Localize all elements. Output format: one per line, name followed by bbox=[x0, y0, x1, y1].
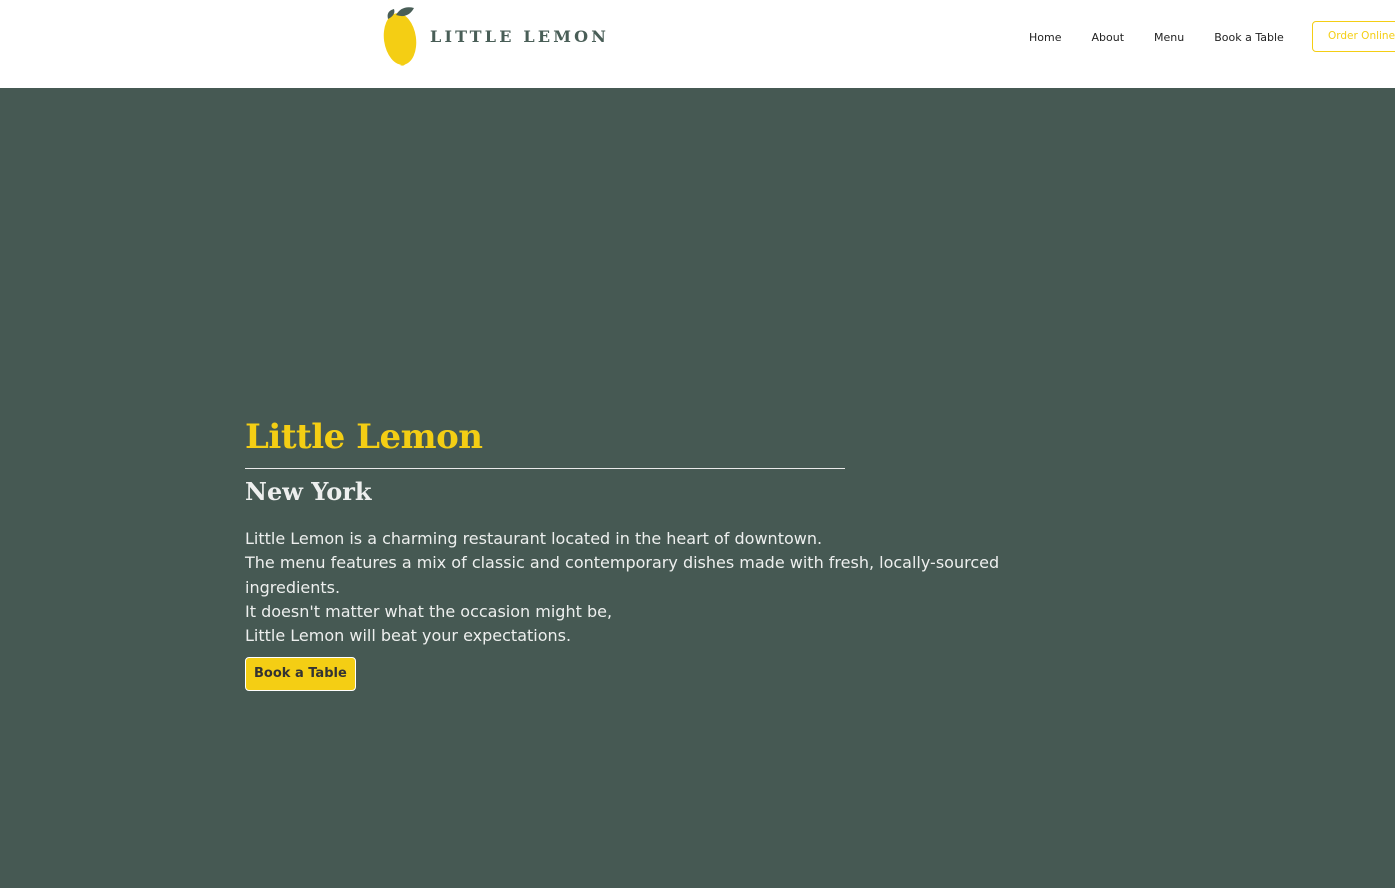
hero-subtitle: New York bbox=[245, 477, 372, 506]
nav-home[interactable]: Home bbox=[1029, 31, 1061, 44]
hero-divider bbox=[245, 468, 845, 469]
hero-description-line: Little Lemon will beat your expectations… bbox=[245, 626, 572, 646]
order-online-button[interactable]: Order Online bbox=[1312, 21, 1395, 52]
lemon-icon bbox=[382, 5, 418, 67]
logo-link[interactable]: LITTLE LEMON bbox=[382, 5, 609, 67]
logo-text: LITTLE LEMON bbox=[430, 26, 610, 46]
site-header: LITTLE LEMON Home About Menu Book a Tabl… bbox=[0, 0, 1395, 88]
nav-book-table[interactable]: Book a Table bbox=[1214, 31, 1284, 44]
hero-content: Little Lemon New York Little Lemon is a … bbox=[245, 416, 1065, 692]
hero-description-line: The menu features a mix of classic and c… bbox=[245, 553, 1000, 597]
book-table-button[interactable]: Book a Table bbox=[245, 657, 356, 692]
hero-description-line: It doesn't matter what the occasion migh… bbox=[245, 601, 613, 621]
hero-description: Little Lemon is a charming restaurant lo… bbox=[245, 527, 1065, 648]
hero-section: Little Lemon New York Little Lemon is a … bbox=[0, 88, 1395, 888]
main-nav: Home About Menu Book a Table bbox=[1029, 0, 1314, 75]
nav-about[interactable]: About bbox=[1091, 31, 1124, 44]
hero-title: Little Lemon bbox=[245, 417, 483, 457]
hero-description-line: Little Lemon is a charming restaurant lo… bbox=[245, 529, 823, 548]
nav-menu[interactable]: Menu bbox=[1154, 31, 1184, 44]
